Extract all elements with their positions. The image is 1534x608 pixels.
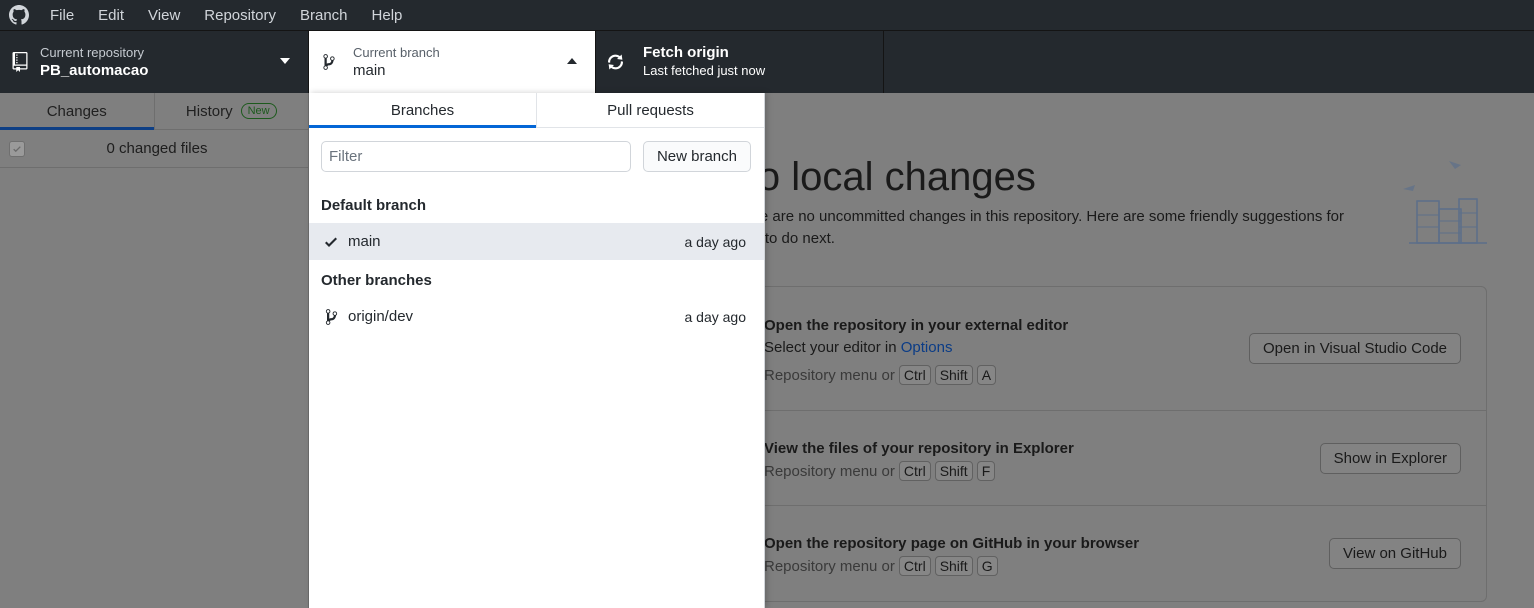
key-ctrl: Ctrl — [898, 556, 931, 576]
options-link[interactable]: Options — [901, 339, 953, 356]
current-branch-button[interactable]: Current branch main — [309, 31, 596, 93]
other-branches-heading: Other branches — [321, 272, 432, 289]
new-branch-button[interactable]: New branch — [642, 141, 751, 172]
suggestions-list: Open the repository in your external edi… — [729, 286, 1487, 602]
branch-filter-row: New branch — [321, 141, 751, 172]
caret-down-icon — [280, 58, 290, 64]
branch-filter-input[interactable] — [321, 141, 631, 172]
changed-files-row: 0 changed files — [0, 130, 308, 168]
shortcut-prefix: Repository menu or — [764, 366, 895, 384]
key-a: A — [976, 365, 997, 385]
suggestion-subtitle-text: Select your editor in — [764, 339, 897, 356]
key-ctrl: Ctrl — [898, 461, 931, 481]
sidebar: Changes History New 0 changed files — [0, 93, 309, 608]
suggestion-title: Open the repository in your external edi… — [764, 317, 1069, 334]
suggestion-card-editor: Open the repository in your external edi… — [730, 287, 1486, 411]
branch-item-origin-dev[interactable]: origin/dev a day ago — [309, 298, 764, 335]
branch-dropdown: Branches Pull requests New branch Defaul… — [309, 93, 765, 608]
select-all-checkbox[interactable] — [9, 141, 25, 157]
tab-changes-label: Changes — [46, 102, 107, 120]
menu-repository[interactable]: Repository — [192, 0, 288, 30]
key-ctrl: Ctrl — [898, 365, 931, 385]
tab-changes[interactable]: Changes — [0, 93, 154, 130]
branch-time: a day ago — [684, 233, 747, 250]
suggestion-subtitle: Select your editor in Options — [764, 339, 952, 356]
last-fetched-label: Last fetched just now — [643, 63, 766, 78]
changed-files-count: 0 changed files — [106, 140, 208, 157]
check-icon — [13, 146, 21, 153]
shortcut-prefix: Repository menu or — [764, 557, 895, 575]
suggestion-card-explorer: View the files of your repository in Exp… — [730, 411, 1486, 506]
show-in-explorer-button[interactable]: Show in Explorer — [1319, 443, 1461, 474]
current-repository-button[interactable]: Current repository PB_automacao — [0, 31, 309, 93]
empty-state-illustration-icon — [1403, 161, 1487, 244]
menu-file[interactable]: File — [38, 0, 86, 30]
shortcut-hint: Repository menu or Ctrl Shift A — [764, 365, 997, 385]
suggestion-title: View the files of your repository in Exp… — [764, 440, 1074, 457]
current-branch-label: Current branch — [353, 45, 440, 60]
current-repository-value: PB_automacao — [40, 62, 149, 79]
check-icon — [309, 234, 348, 250]
default-branch-heading: Default branch — [321, 197, 427, 214]
fetch-origin-label: Fetch origin — [643, 44, 729, 61]
key-f: F — [976, 461, 996, 481]
key-shift: Shift — [934, 461, 973, 481]
current-branch-value: main — [353, 62, 386, 79]
tab-pull-requests[interactable]: Pull requests — [536, 93, 764, 127]
toolbar: Current repository PB_automacao Current … — [0, 30, 1534, 93]
branch-dropdown-tabs: Branches Pull requests — [309, 93, 764, 128]
caret-up-icon — [567, 58, 577, 64]
git-branch-icon — [309, 308, 348, 326]
tab-history-label: History — [185, 102, 233, 120]
github-logo-icon — [0, 0, 38, 30]
open-in-editor-button[interactable]: Open in Visual Studio Code — [1248, 333, 1461, 364]
fetch-origin-button[interactable]: Fetch origin Last fetched just now — [596, 31, 884, 93]
new-badge: New — [240, 103, 277, 119]
tab-history[interactable]: History New — [153, 93, 309, 129]
git-branch-icon — [309, 53, 349, 71]
branch-item-main[interactable]: main a day ago — [309, 223, 764, 260]
suggestion-title: Open the repository page on GitHub in yo… — [764, 535, 1140, 552]
current-repository-label: Current repository — [40, 45, 145, 60]
key-shift: Shift — [934, 556, 973, 576]
menu-help[interactable]: Help — [360, 0, 415, 30]
app-menubar: File Edit View Repository Branch Help — [0, 0, 1534, 30]
shortcut-hint: Repository menu or Ctrl Shift F — [764, 461, 996, 481]
menu-edit[interactable]: Edit — [86, 0, 136, 30]
sync-icon — [598, 52, 638, 72]
sidebar-tabs: Changes History New — [0, 93, 308, 130]
tab-branches[interactable]: Branches — [309, 93, 536, 128]
branch-time: a day ago — [684, 308, 747, 325]
suggestion-card-github: Open the repository page on GitHub in yo… — [730, 506, 1486, 601]
branch-name: main — [348, 233, 381, 250]
key-g: G — [976, 556, 998, 576]
menu-view[interactable]: View — [136, 0, 192, 30]
branch-name: origin/dev — [348, 308, 414, 325]
shortcut-hint: Repository menu or Ctrl Shift G — [764, 556, 998, 576]
page-description: There are no uncommitted changes in this… — [729, 208, 1345, 247]
shortcut-prefix: Repository menu or — [764, 462, 895, 480]
view-on-github-button[interactable]: View on GitHub — [1329, 538, 1461, 569]
menu-branch[interactable]: Branch — [288, 0, 360, 30]
key-shift: Shift — [934, 365, 973, 385]
repo-icon — [0, 52, 40, 72]
page-title: No local changes — [729, 155, 1036, 199]
